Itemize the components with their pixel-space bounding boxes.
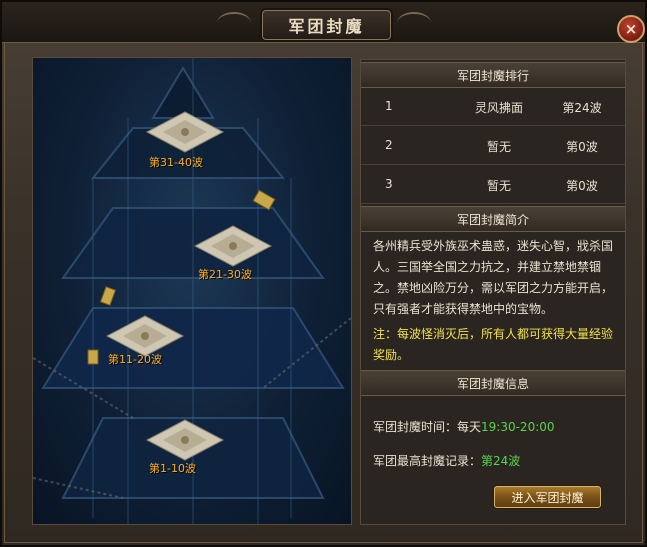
rank-guild: 暂无 xyxy=(486,179,511,193)
rank-number: 1 xyxy=(385,99,393,113)
close-button[interactable]: × xyxy=(617,15,645,43)
floor-platform-21-30[interactable] xyxy=(193,224,273,268)
event-time-row: 军团封魔时间：每天19:30-20:00 xyxy=(373,418,555,435)
best-record-value: 第24波 xyxy=(481,454,521,468)
enter-event-button[interactable]: 进入军团封魔 xyxy=(494,486,601,508)
close-icon: × xyxy=(624,20,638,38)
dialog-window: 军团封魔 × 第31-40波 第21-30波 第11-20波 第1-10波 军团… xyxy=(0,0,647,547)
title-bar: 军团封魔 × xyxy=(2,2,645,43)
floor-label-31-40: 第31-40波 xyxy=(149,156,203,169)
event-time-value: 19:30-20:00 xyxy=(481,420,555,434)
rank-wave: 第0波 xyxy=(566,179,598,193)
title-ornament-right xyxy=(397,12,431,34)
ranking-row: 3 暂无 第0波 xyxy=(361,165,625,204)
rank-guild: 灵风拂面 xyxy=(474,101,523,115)
rank-number: 3 xyxy=(385,177,393,191)
floor-label-21-30: 第21-30波 xyxy=(198,268,252,281)
rank-wave: 第24波 xyxy=(562,101,602,115)
floor-label-11-20: 第11-20波 xyxy=(108,353,162,366)
rank-wave: 第0波 xyxy=(566,140,598,154)
ranking-row: 1 灵风拂面 第24波 xyxy=(361,87,625,126)
window-title: 军团封魔 xyxy=(288,17,365,36)
intro-header: 军团封魔简介 xyxy=(361,206,625,232)
rank-number: 2 xyxy=(385,138,393,152)
ranking-header: 军团封魔排行 xyxy=(361,62,625,88)
event-time-label: 军团封魔时间：每天 xyxy=(373,420,482,434)
intro-note: 注：每波怪消灭后，所有人都可获得大量经验奖励。 xyxy=(373,327,614,362)
ranking-row: 2 暂无 第0波 xyxy=(361,126,625,165)
intro-text: 各州精兵受外族巫术蛊惑，迷失心智，戕杀国人。三国举全国之力抗之，并建立禁地禁锢之… xyxy=(373,239,614,316)
info-header: 军团封魔信息 xyxy=(361,370,625,396)
rank-guild: 暂无 xyxy=(486,140,511,154)
floor-platform-1-10[interactable] xyxy=(145,418,225,462)
title-plate: 军团封魔 xyxy=(262,10,391,40)
floor-label-1-10: 第1-10波 xyxy=(149,462,196,475)
info-panel: 军团封魔排行 1 灵风拂面 第24波 2 暂无 第0波 3 暂无 第0波 军团封… xyxy=(360,59,626,525)
title-ornament-left xyxy=(217,12,251,34)
floor-platform-31-40[interactable] xyxy=(145,110,225,154)
best-record-row: 军团最高封魔记录：第24波 xyxy=(373,452,520,469)
best-record-label: 军团最高封魔记录： xyxy=(373,454,482,468)
tower-map: 第31-40波 第21-30波 第11-20波 第1-10波 xyxy=(32,57,352,525)
